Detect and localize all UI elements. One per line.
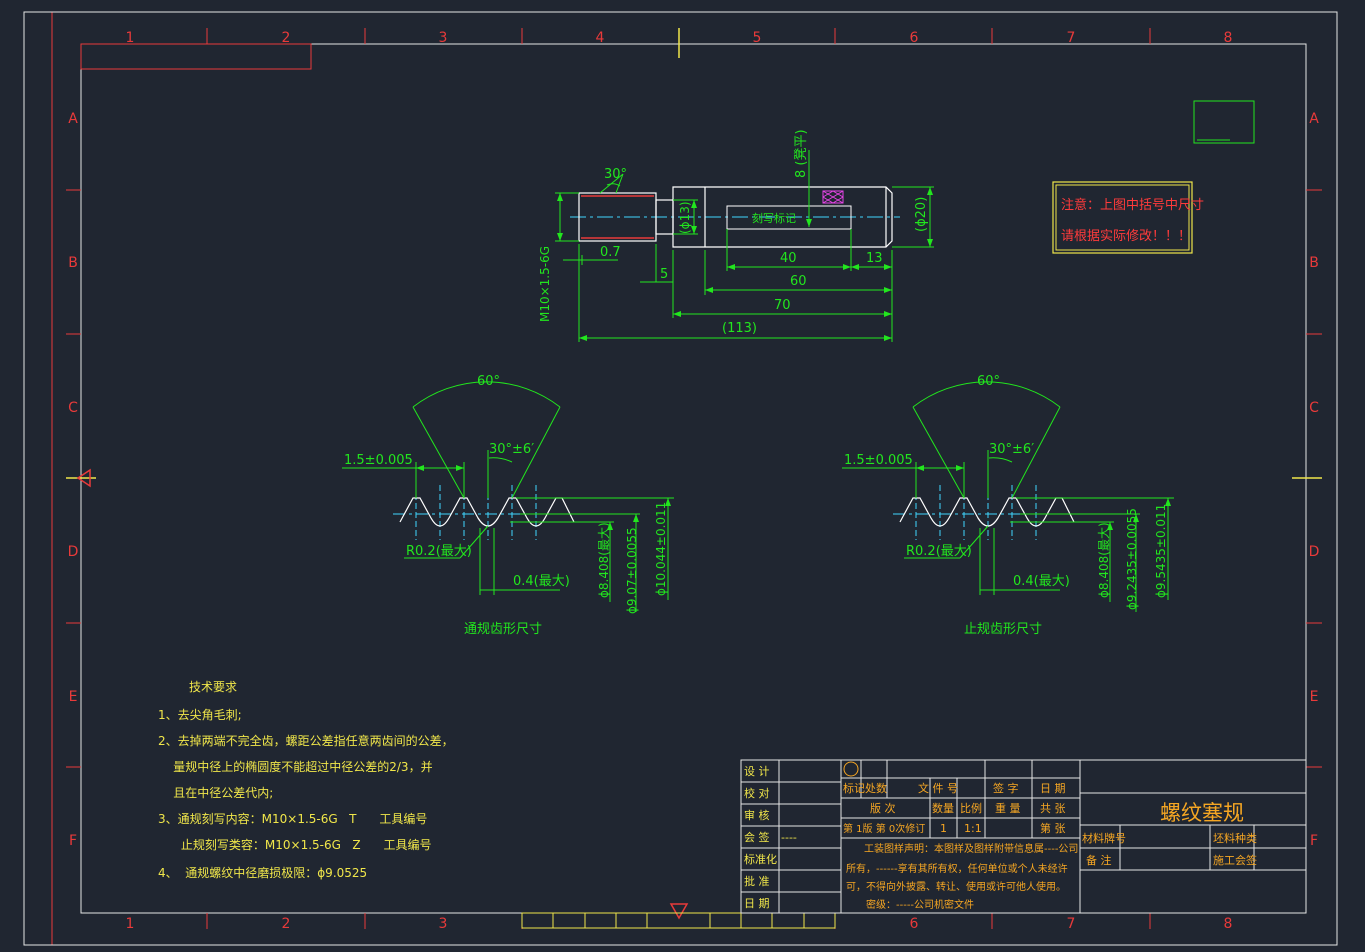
row-label-left: D <box>68 544 79 560</box>
row-label-right: D <box>1309 544 1320 560</box>
row-label-right: B <box>1309 255 1319 271</box>
col-label-bottom: 3 <box>439 916 448 932</box>
tb-statement: 可，不得向外披露、转让、使用或许可他人使用。 <box>846 880 1066 893</box>
dim-113: (113) <box>722 321 757 336</box>
row-label-right: A <box>1309 111 1319 127</box>
nogo-caption: 止规齿形尺寸 <box>964 622 1042 637</box>
tb-row2: 数量 <box>932 802 954 815</box>
tech-title: 技术要求 <box>189 680 237 694</box>
go-pitch: 1.5±0.005 <box>344 453 413 468</box>
tb-row3: 1 <box>940 822 947 835</box>
row-label-left: B <box>68 255 78 271</box>
tb-row2: 共 张 <box>1040 802 1066 815</box>
col-label-bottom: 6 <box>910 916 919 932</box>
tb-statement: 密级：-----公司机密文件 <box>866 898 974 911</box>
tech-line: 3、通规刻写内容：M10×1.5-6G T 工具编号 <box>158 811 427 826</box>
tb-row2: 重 量 <box>995 801 1021 815</box>
dim-5: 5 <box>660 267 668 282</box>
tech-line: 止规刻写类容：M10×1.5-6G Z 工具编号 <box>158 837 431 852</box>
row-label-right: F <box>1310 833 1318 849</box>
tb-header: 标记 <box>843 781 865 795</box>
go-angle-60: 60° <box>477 374 500 389</box>
dim-phi20: (ϕ20) <box>914 197 929 232</box>
tb-part-name: 螺纹塞规 <box>1160 801 1244 825</box>
tb-left-label: 日 期 <box>744 897 770 910</box>
col-label-bottom: 1 <box>126 916 135 932</box>
tech-line: 且在中径公差代内; <box>158 785 273 800</box>
go-radius: R0.2(最大) <box>406 544 472 559</box>
tb-header: 签 字 <box>993 781 1019 795</box>
dim-60: 60 <box>790 274 807 289</box>
tb-header: 文 件 号 <box>918 781 958 795</box>
tech-line: 4、 通规螺纹中径磨损极限：ϕ9.0525 <box>158 865 367 880</box>
row-label-left: E <box>69 689 78 705</box>
col-label-top: 4 <box>596 30 605 46</box>
go-angle-30: 30°±6′ <box>489 442 534 457</box>
nogo-radius: R0.2(最大) <box>906 544 972 559</box>
tb-material-label: 材料牌号 <box>1082 831 1126 845</box>
tb-row2: 版 次 <box>870 801 896 815</box>
row-label-right: C <box>1309 400 1319 416</box>
col-label-bottom: 8 <box>1224 916 1233 932</box>
tb-left-label: 标准化 <box>744 852 777 866</box>
col-label-top: 5 <box>753 30 762 46</box>
note-line-1: 注意：上图中括号中尺寸 <box>1061 197 1204 213</box>
tb-statement: 所有，------享有其所有权，任何单位或个人未经许 <box>846 862 1068 875</box>
go-d2: ϕ9.07±0.0055 <box>625 527 639 614</box>
dim-angle-30: 30° <box>604 167 627 182</box>
tech-line: 量规中径上的椭圆度不能超过中径公差的2/3，并 <box>158 759 433 774</box>
col-label-top: 8 <box>1224 30 1233 46</box>
col-label-top: 2 <box>282 30 291 46</box>
col-label-top: 7 <box>1067 30 1076 46</box>
row-label-right: E <box>1310 689 1319 705</box>
col-label-bottom: 7 <box>1067 916 1076 932</box>
nogo-pitch: 1.5±0.005 <box>844 453 913 468</box>
dim-13: 13 <box>866 251 883 266</box>
tb-remark-label: 备 注 <box>1086 853 1112 867</box>
tb-sign-dash: ---- <box>781 831 797 844</box>
col-label-top: 1 <box>126 30 135 46</box>
engrave-label: 刻写标记 <box>752 211 796 225</box>
nogo-d2: ϕ9.2435±0.0055 <box>1125 508 1139 610</box>
tb-header: 处数 <box>865 782 887 795</box>
go-flat: 0.4(最大) <box>513 574 570 589</box>
tb-left-label: 设 计 <box>744 765 770 778</box>
tb-header: 日 期 <box>1040 782 1066 795</box>
tb-row2: 比例 <box>960 801 982 815</box>
col-label-bottom: 2 <box>282 916 291 932</box>
row-label-left: F <box>69 833 77 849</box>
dim-phi13: (ϕ13) <box>678 201 692 234</box>
tb-statement: 工装图样声明：本图样及图样附带信息属----公司 <box>864 842 1078 855</box>
col-label-top: 3 <box>439 30 448 46</box>
nogo-angle-30: 30°±6′ <box>989 442 1034 457</box>
tb-material-kind: 坯料种类 <box>1213 831 1257 845</box>
dim-70: 70 <box>774 298 791 313</box>
nogo-angle-60: 60° <box>977 374 1000 389</box>
tb-process-sign: 施工会签 <box>1213 853 1257 867</box>
tb-left-label: 批 准 <box>744 874 770 888</box>
note-line-2: 请根据实际修改！！！ <box>1061 229 1191 244</box>
tb-row3: 第 1版 第 0次修订 <box>843 822 925 835</box>
go-d3: ϕ10.044±0.011 <box>654 502 668 596</box>
tech-line: 1、去尖角毛刺; <box>158 708 242 722</box>
dim-40: 40 <box>780 251 797 266</box>
row-label-left: A <box>68 111 78 127</box>
row-label-left: C <box>68 400 78 416</box>
nogo-flat: 0.4(最大) <box>1013 574 1070 589</box>
dim-flat-8: 8 (凳平) <box>793 129 809 178</box>
tb-row3: 1:1 <box>964 822 982 835</box>
col-label-top: 6 <box>910 30 919 46</box>
nogo-d3: ϕ9.5435±0.011 <box>1154 504 1168 598</box>
tech-line: 2、去掉两端不完全齿，螺距公差指任意两齿间的公差， <box>158 733 454 748</box>
tb-row3: 第 张 <box>1040 821 1066 835</box>
dim-thread: M10×1.5-6G <box>538 246 552 322</box>
nogo-d1: ϕ8.408(最大) <box>1097 522 1111 598</box>
go-d1: ϕ8.408(最大) <box>597 522 611 598</box>
cad-drawing-canvas: 1 2 3 4 5 6 7 8 1 2 3 6 7 8 A B C D E F … <box>0 0 1365 952</box>
tb-left-label: 审 核 <box>744 808 770 822</box>
dim-0-7: 0.7 <box>600 245 621 260</box>
go-caption: 通规齿形尺寸 <box>464 622 542 637</box>
tb-left-label: 校 对 <box>744 786 770 800</box>
tb-left-label: 会 签 <box>744 830 770 844</box>
